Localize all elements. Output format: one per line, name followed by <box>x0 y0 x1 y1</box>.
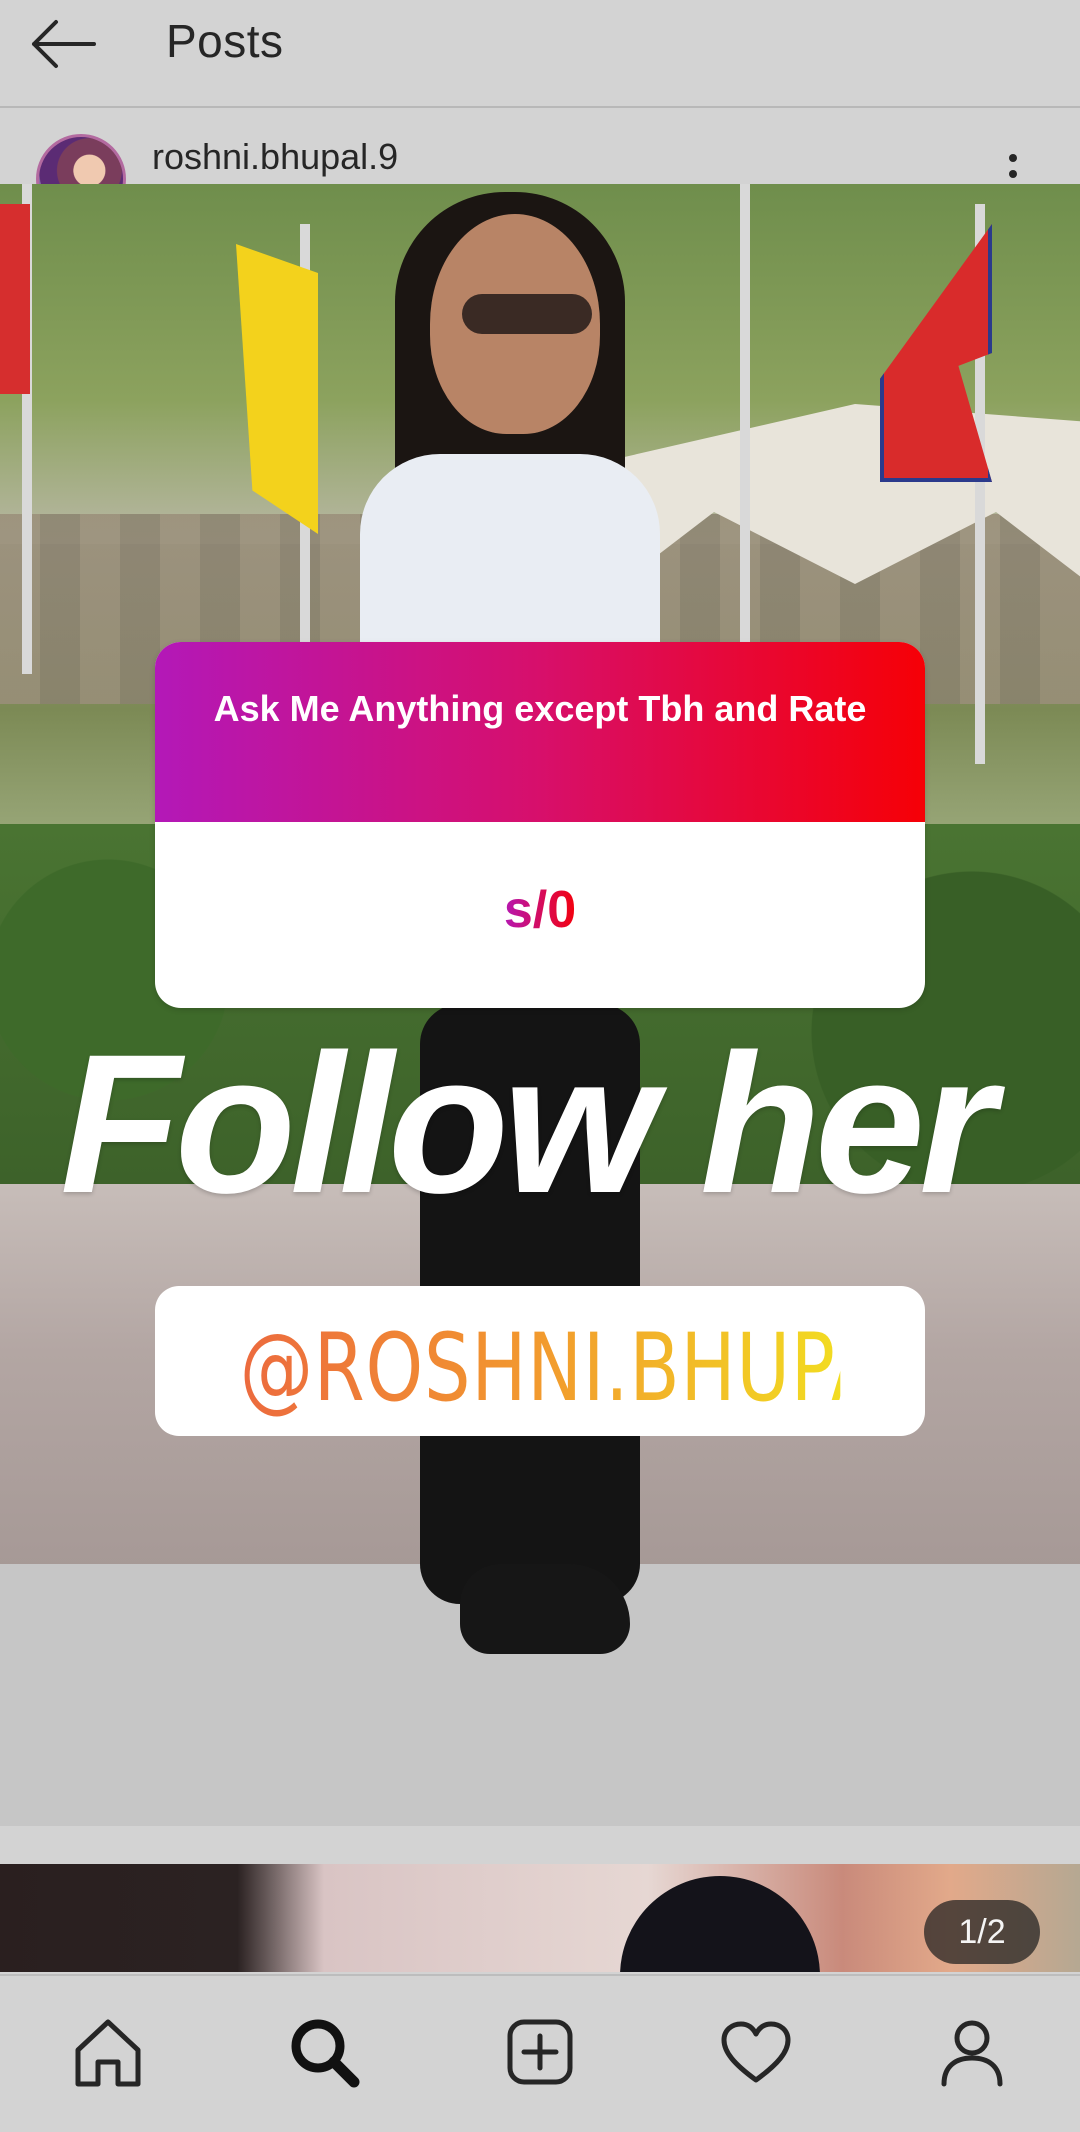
answer-text: s/0 <box>155 880 925 940</box>
more-dot-icon <box>1009 154 1017 162</box>
nav-search-button[interactable] <box>284 2012 364 2092</box>
flag-pole <box>740 184 750 654</box>
question-sticker: Ask Me Anything except Tbh and Rate s/0 <box>155 642 925 1008</box>
home-icon <box>75 2019 141 2087</box>
mention-sticker[interactable]: @ROSHNI.BHUPAL.9 <box>155 1286 996 1436</box>
question-text: Ask Me Anything except Tbh and Rate <box>213 688 867 729</box>
back-arrow-icon <box>32 20 96 68</box>
overlay-follow-text: Follow her <box>60 1013 996 1234</box>
nav-home-button[interactable] <box>68 2012 148 2092</box>
question-sticker-header: Ask Me Anything except Tbh and Rate <box>155 642 925 822</box>
post-username[interactable]: roshni.bhupal.9 <box>152 136 398 178</box>
page-title: Posts <box>166 15 284 67</box>
mention-text: @ROSHNI.BHUPAL.9 <box>239 1314 996 1423</box>
top-app-bar: Posts <box>0 0 1080 108</box>
next-post-subject <box>620 1876 820 1972</box>
back-button[interactable] <box>28 14 98 74</box>
more-dot-icon <box>1009 170 1017 178</box>
profile-icon <box>941 2020 1003 2087</box>
add-post-icon <box>507 2019 573 2085</box>
bottom-navigation <box>0 1974 1080 2132</box>
post-header: roshni.bhupal.9 <box>0 108 1080 224</box>
nav-add-button[interactable] <box>500 2012 580 2092</box>
nav-activity-button[interactable] <box>716 2012 796 2092</box>
next-post-image[interactable] <box>0 1864 1080 1972</box>
search-icon <box>291 2019 360 2088</box>
flag-left <box>0 204 30 394</box>
person-sunglasses <box>462 294 592 334</box>
heart-icon <box>721 2021 791 2083</box>
person-shoe <box>460 1564 630 1654</box>
carousel-page-indicator: 1/2 <box>924 1900 1040 1964</box>
nav-profile-button[interactable] <box>932 2012 1012 2092</box>
